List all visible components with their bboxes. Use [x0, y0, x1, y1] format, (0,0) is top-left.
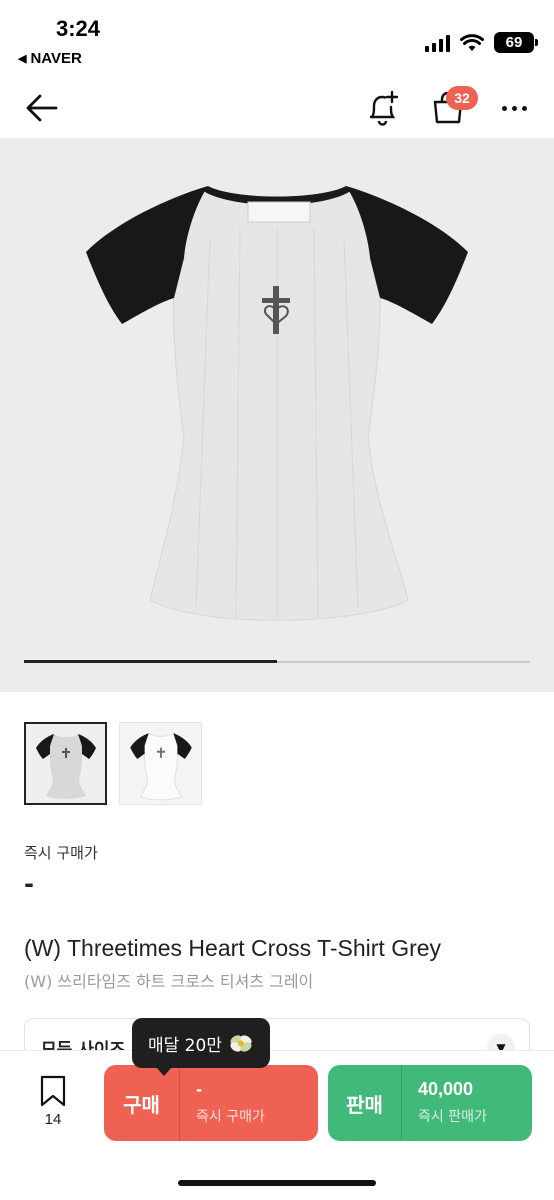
back-triangle-icon: ◀: [18, 53, 27, 65]
bookmark-count: 14: [44, 1111, 62, 1128]
buy-price-note: 즉시 구매가: [196, 1109, 265, 1125]
bookmark-icon: [40, 1075, 66, 1107]
back-arrow-icon[interactable]: [22, 88, 62, 128]
product-title-en: (W) Threetimes Heart Cross T-Shirt Grey: [24, 935, 442, 961]
sell-price-box: 40,000 즉시 판매가: [402, 1065, 532, 1141]
status-bar: 3:24 ◀ NAVER 69: [0, 0, 554, 80]
tshirt-grey-thumb-icon: [36, 734, 96, 799]
sell-price-value: 40,000: [418, 1079, 474, 1099]
sell-button-label: 판매: [328, 1065, 402, 1141]
image-progress-fill: [24, 660, 277, 663]
tshirt-white-thumb-icon: [130, 732, 192, 801]
status-icons: 69: [425, 32, 538, 53]
promo-tooltip-text: 매달 20만: [148, 1035, 222, 1056]
product-tshirt-image: [86, 186, 468, 621]
bell-plus-icon[interactable]: [364, 88, 402, 128]
bottom-action-bar: 14 구매 - 즉시 구매가 판매 40,000 즉시 판매가: [0, 1050, 554, 1200]
instant-buy-price-label: 즉시 구매가: [24, 844, 98, 862]
back-to-app-link[interactable]: ◀ NAVER: [18, 50, 82, 67]
buy-button[interactable]: 구매 - 즉시 구매가: [104, 1065, 318, 1141]
instant-buy-price-value: -: [24, 870, 34, 898]
more-options-icon[interactable]: [496, 94, 532, 122]
sell-price-note: 즉시 판매가: [418, 1109, 487, 1125]
product-image-carousel[interactable]: [0, 138, 554, 692]
promo-tooltip: 매달 20만: [132, 1018, 270, 1076]
status-time: 3:24: [56, 16, 101, 41]
buy-price-box: - 즉시 구매가: [180, 1065, 318, 1141]
wifi-icon: [460, 33, 484, 51]
buy-price-value: -: [196, 1079, 202, 1099]
thumbnail-strip: [24, 722, 202, 805]
bookmark-button[interactable]: 14: [36, 1075, 70, 1128]
cellular-signal-icon: [425, 34, 450, 52]
thumbnail-grey[interactable]: [24, 722, 107, 805]
cart-count-badge: 32: [446, 86, 478, 110]
image-progress-bar: [24, 660, 530, 663]
thumbnail-white[interactable]: [119, 722, 202, 805]
battery-icon: 69: [494, 32, 538, 53]
product-title-ko: (W) 쓰리타임즈 하트 크로스 티셔츠 그레이: [24, 972, 314, 991]
sell-button[interactable]: 판매 40,000 즉시 판매가: [328, 1065, 532, 1141]
money-flower-icon: [230, 1035, 252, 1052]
home-indicator[interactable]: [178, 1180, 376, 1186]
back-app-label: NAVER: [30, 50, 82, 67]
buy-button-label: 구매: [104, 1065, 180, 1141]
